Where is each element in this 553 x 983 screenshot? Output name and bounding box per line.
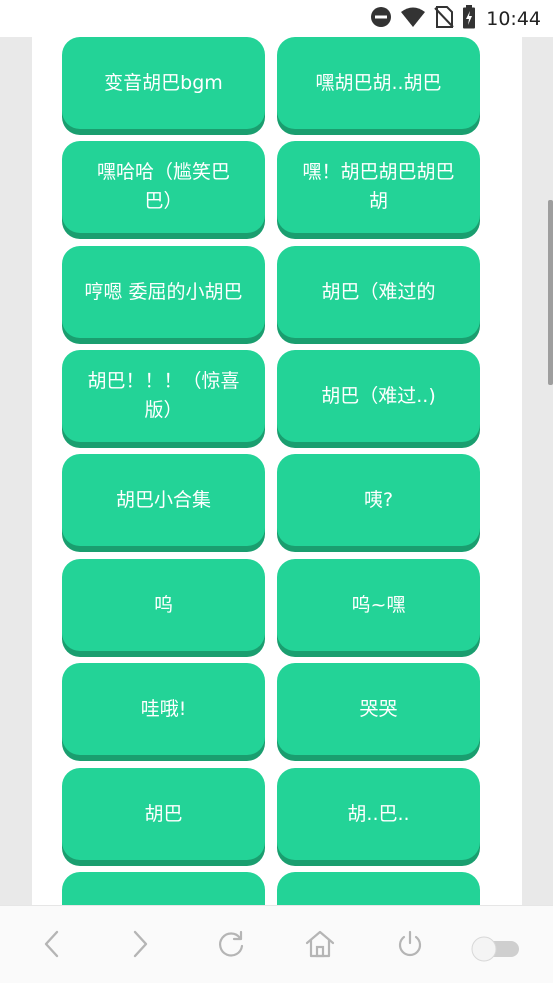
sound-button-label: 呜 xyxy=(153,593,173,616)
sound-button-label: 胡巴！！！（惊喜版） xyxy=(87,370,240,421)
sound-button-label: 哭哭 xyxy=(359,697,398,720)
sound-button-label: 胡巴（难过的 xyxy=(321,280,436,303)
sound-button[interactable]: 哭哭 xyxy=(277,663,480,755)
web-view[interactable]: 变音胡巴bgm 嘿胡巴胡..胡巴 嘿哈哈（尴笑巴巴） 嘿！胡巴胡巴胡巴胡 哼嗯 … xyxy=(0,37,553,905)
sound-button[interactable] xyxy=(62,872,265,905)
sound-button-label: 胡巴 xyxy=(144,802,183,825)
sound-button-label: 胡..巴.. xyxy=(347,802,410,825)
status-bar: 10:44 xyxy=(0,0,553,37)
sound-button-label: 哇哦! xyxy=(140,697,187,720)
no-sim-icon xyxy=(434,5,454,32)
sound-button[interactable]: 嘿！胡巴胡巴胡巴胡 xyxy=(277,141,480,233)
forward-button[interactable] xyxy=(120,926,160,966)
forward-icon xyxy=(129,929,151,963)
sound-button[interactable]: 咦? xyxy=(277,454,480,546)
sound-button[interactable]: 胡巴（难过的 xyxy=(277,246,480,338)
sound-button-label: 嘿胡巴胡..胡巴 xyxy=(315,71,442,94)
wifi-icon xyxy=(400,6,426,32)
sound-button[interactable]: 变音胡巴bgm xyxy=(62,37,265,129)
sound-button[interactable]: 嘿胡巴胡..胡巴 xyxy=(277,37,480,129)
sound-button[interactable]: 胡巴小合集 xyxy=(62,454,265,546)
back-button[interactable] xyxy=(32,926,72,966)
sound-button-label: 变音胡巴bgm xyxy=(104,71,223,94)
sound-button[interactable]: 胡巴 xyxy=(62,768,265,860)
sound-button[interactable]: 胡..巴.. xyxy=(277,768,480,860)
home-icon xyxy=(304,928,336,964)
sound-button[interactable]: 胡巴！！！（惊喜版） xyxy=(62,350,265,442)
sound-button-label: 嘿哈哈（尴笑巴巴） xyxy=(96,161,230,212)
sound-button[interactable] xyxy=(277,872,480,905)
sound-button[interactable]: 呜~嘿 xyxy=(277,559,480,651)
back-icon xyxy=(41,929,63,963)
power-icon xyxy=(395,929,425,963)
battery-charging-icon xyxy=(462,4,476,33)
bottom-nav-bar xyxy=(0,905,553,983)
status-time: 10:44 xyxy=(486,7,541,30)
home-button[interactable] xyxy=(300,926,340,966)
sound-button-label: 哼嗯 委屈的小胡巴 xyxy=(84,280,243,303)
refresh-icon xyxy=(216,929,246,963)
sound-button-label: 嘿！胡巴胡巴胡巴胡 xyxy=(302,161,455,212)
sound-button-label: 咦? xyxy=(363,488,394,511)
toggle-switch[interactable] xyxy=(469,934,521,962)
refresh-button[interactable] xyxy=(211,926,251,966)
sound-button-label: 呜~嘿 xyxy=(351,593,406,616)
status-icons: 10:44 xyxy=(370,4,541,33)
sound-button-label: 胡巴（难过..) xyxy=(321,384,436,407)
power-button[interactable] xyxy=(390,926,430,966)
page-content: 变音胡巴bgm 嘿胡巴胡..胡巴 嘿哈哈（尴笑巴巴） 嘿！胡巴胡巴胡巴胡 哼嗯 … xyxy=(32,37,522,905)
sound-button[interactable]: 嘿哈哈（尴笑巴巴） xyxy=(62,141,265,233)
sound-button-label: 胡巴小合集 xyxy=(115,488,211,511)
sound-button[interactable]: 胡巴（难过..) xyxy=(277,350,480,442)
sound-button[interactable]: 哼嗯 委屈的小胡巴 xyxy=(62,246,265,338)
sound-button[interactable]: 哇哦! xyxy=(62,663,265,755)
scrollbar[interactable] xyxy=(548,200,553,385)
sound-button[interactable]: 呜 xyxy=(62,559,265,651)
do-not-disturb-icon xyxy=(370,6,392,32)
